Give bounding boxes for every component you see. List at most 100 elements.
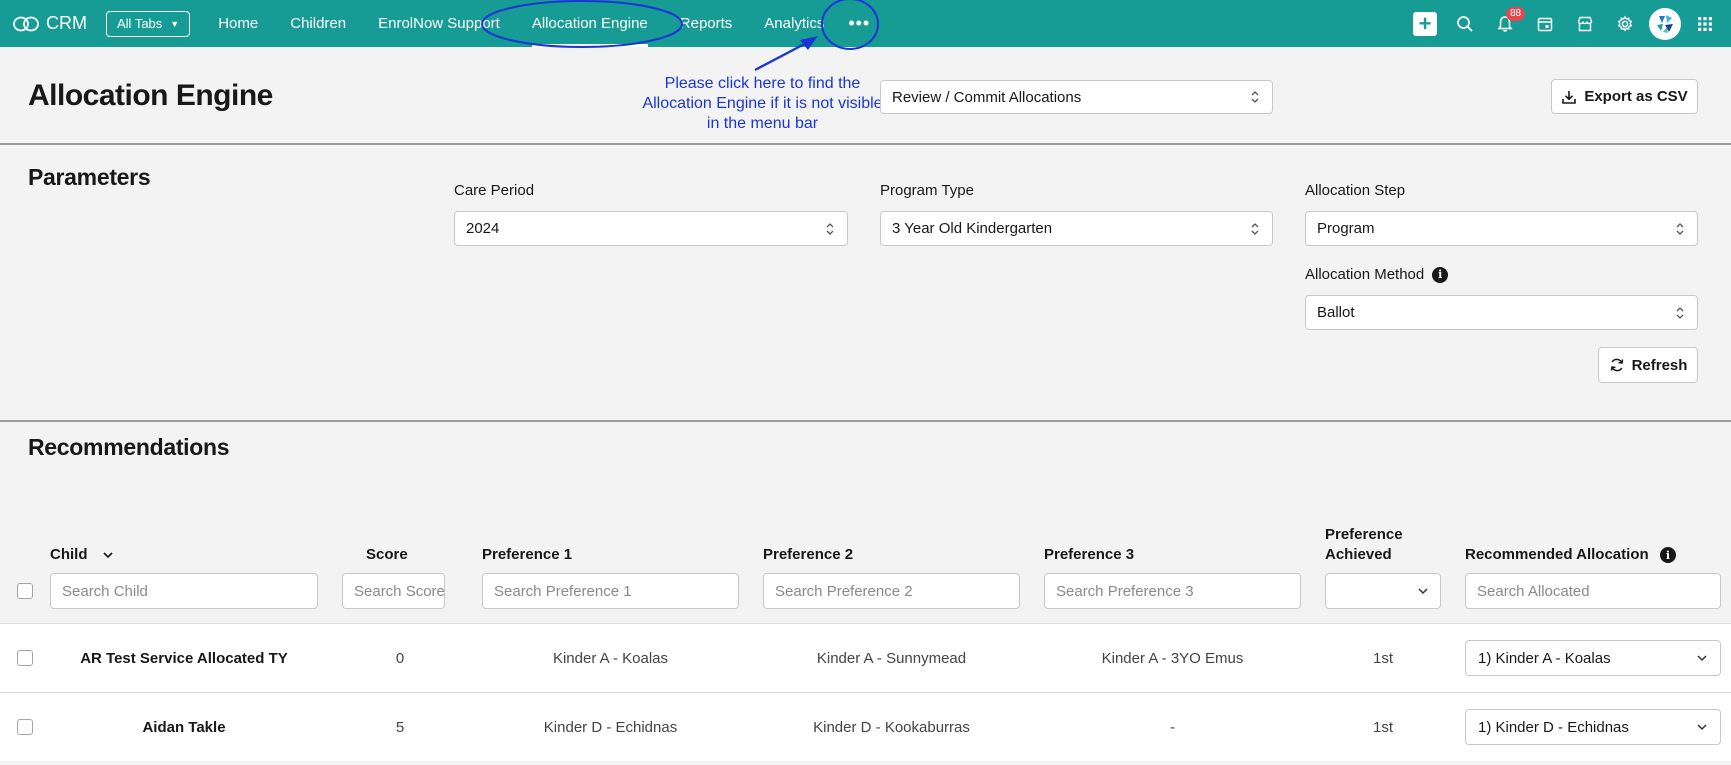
gear-icon (1617, 15, 1633, 32)
updown-chevron-icon (826, 222, 834, 235)
chevron-down-icon[interactable] (102, 549, 114, 561)
allocation-select[interactable]: 1) Kinder D - Echidnas (1465, 709, 1721, 745)
allocation-select[interactable]: 1) Kinder A - Koalas (1465, 640, 1721, 676)
search-button[interactable] (1445, 0, 1485, 47)
notifications-button[interactable]: 88 (1485, 0, 1526, 47)
updown-chevron-icon (1676, 222, 1684, 235)
program-type-label: Program Type (880, 182, 974, 199)
table-row[interactable]: AR Test Service Allocated TY 0 Kinder A … (0, 623, 1731, 692)
calendar-button[interactable] (1525, 0, 1565, 47)
cell-pref3: Kinder A - 3YO Emus (1101, 649, 1244, 667)
col-pref-achieved-line1: Preference (1325, 526, 1403, 543)
user-menu[interactable] (1645, 0, 1685, 47)
program-type-select[interactable]: 3 Year Old Kindergarten (880, 211, 1273, 246)
crm-logo-icon (13, 16, 39, 31)
allocation-step-label: Allocation Step (1305, 182, 1406, 199)
care-period-value: 2024 (466, 220, 500, 237)
all-tabs-label: All Tabs (117, 16, 163, 31)
cell-child[interactable]: Aidan Takle (50, 693, 318, 761)
search-allocated-input[interactable] (1465, 573, 1721, 609)
cell-pref2: Kinder A - Sunnymead (816, 649, 967, 667)
col-child-header[interactable]: Child (50, 545, 114, 565)
top-nav: CRM All Tabs ▼ Home Children EnrolNow Su… (0, 0, 1731, 47)
mode-select[interactable]: Review / Commit Allocations (880, 80, 1273, 114)
cell-pref1: Kinder A - Koalas (552, 649, 669, 667)
refresh-button[interactable]: Refresh (1598, 347, 1698, 383)
updown-chevron-icon (1251, 91, 1259, 103)
allocation-method-label-row: Allocation Method i (1305, 266, 1449, 283)
col-recommended-header: Recommended Allocation (1465, 546, 1649, 563)
allocation-method-select[interactable]: Ballot (1305, 295, 1698, 330)
allocation-step-value: Program (1317, 220, 1375, 237)
export-csv-button[interactable]: Export as CSV (1551, 79, 1698, 114)
col-score-header: Score (366, 546, 408, 563)
nav-children[interactable]: Children (290, 0, 346, 47)
nav-links: Home Children EnrolNow Support Allocatio… (218, 0, 870, 47)
cell-pref3: - (1170, 718, 1175, 736)
allocation-method-value: Ballot (1317, 304, 1355, 321)
col-pref2-header: Preference 2 (763, 546, 854, 563)
nav-enrolnow-support[interactable]: EnrolNow Support (378, 0, 500, 47)
col-pref1-header: Preference 1 (482, 546, 573, 563)
chevron-down-icon (1697, 724, 1707, 731)
recommendations-title: Recommendations (28, 434, 230, 460)
parameters-title: Parameters (28, 164, 151, 190)
refresh-label: Refresh (1631, 356, 1688, 374)
search-child-input[interactable] (50, 573, 318, 609)
col-pref3-header: Preference 3 (1044, 546, 1135, 563)
select-all-checkbox[interactable] (17, 583, 33, 599)
chevron-down-icon (1697, 655, 1707, 662)
refresh-icon (1610, 358, 1623, 372)
plus-icon: + (1413, 11, 1437, 36)
brand-name: CRM (46, 13, 87, 33)
all-tabs-dropdown[interactable]: All Tabs ▼ (106, 10, 191, 37)
nav-utility: + 88 (1405, 0, 1731, 47)
updown-chevron-icon (1676, 306, 1684, 319)
more-menu-icon[interactable]: ••• (848, 13, 870, 34)
search-pref1-input[interactable] (482, 573, 739, 609)
nav-reports[interactable]: Reports (680, 0, 733, 47)
cell-pref-achieved: 1st (1372, 718, 1393, 736)
updown-chevron-icon (1251, 222, 1259, 235)
caret-down-icon: ▼ (170, 18, 180, 29)
col-child-label: Child (50, 546, 88, 563)
cell-child[interactable]: AR Test Service Allocated TY (50, 624, 318, 692)
pref-achieved-filter[interactable] (1325, 573, 1441, 609)
add-button[interactable]: + (1405, 0, 1445, 47)
nav-analytics[interactable]: Analytics (764, 0, 824, 47)
download-icon (1562, 90, 1577, 104)
mode-select-value: Review / Commit Allocations (892, 88, 1082, 106)
row-checkbox[interactable] (17, 650, 33, 666)
row-checkbox[interactable] (17, 719, 33, 735)
avatar-logo-icon (1657, 14, 1673, 33)
page-title: Allocation Engine (28, 79, 273, 112)
cell-score: 5 (395, 718, 405, 736)
app-launcher-button[interactable] (1685, 0, 1725, 47)
brand[interactable]: CRM (13, 13, 106, 34)
col-pref-achieved-line2: Achieved (1325, 546, 1392, 563)
store-icon (1577, 16, 1593, 31)
allocation-step-select[interactable]: Program (1305, 211, 1698, 246)
table-row[interactable]: Aidan Takle 5 Kinder D - Echidnas Kinder… (0, 692, 1731, 761)
settings-button[interactable] (1605, 0, 1645, 47)
export-csv-label: Export as CSV (1584, 88, 1688, 105)
info-icon[interactable]: i (1432, 266, 1449, 283)
search-score-input[interactable] (342, 573, 445, 609)
cell-pref1: Kinder D - Echidnas (543, 718, 678, 736)
info-icon[interactable]: i (1660, 547, 1676, 563)
allocation-method-label: Allocation Method (1305, 266, 1425, 283)
store-button[interactable] (1565, 0, 1605, 47)
avatar (1649, 7, 1681, 40)
col-pref-achieved-header: Preference Achieved (1325, 525, 1403, 565)
search-pref3-input[interactable] (1044, 573, 1301, 609)
recommendations-table-body: AR Test Service Allocated TY 0 Kinder A … (0, 623, 1731, 761)
care-period-select[interactable]: 2024 (454, 211, 848, 246)
nav-allocation-engine[interactable]: Allocation Engine (531, 0, 648, 47)
annotation-hint-text: Please click here to find the Allocation… (642, 75, 883, 132)
allocation-select-value: 1) Kinder D - Echidnas (1478, 718, 1629, 736)
notification-badge: 88 (1506, 7, 1526, 21)
parameters-section: Parameters Care Period 2024 Program Type… (0, 147, 1731, 422)
chevron-down-icon (1418, 588, 1428, 595)
nav-home[interactable]: Home (218, 0, 258, 47)
search-pref2-input[interactable] (763, 573, 1020, 609)
